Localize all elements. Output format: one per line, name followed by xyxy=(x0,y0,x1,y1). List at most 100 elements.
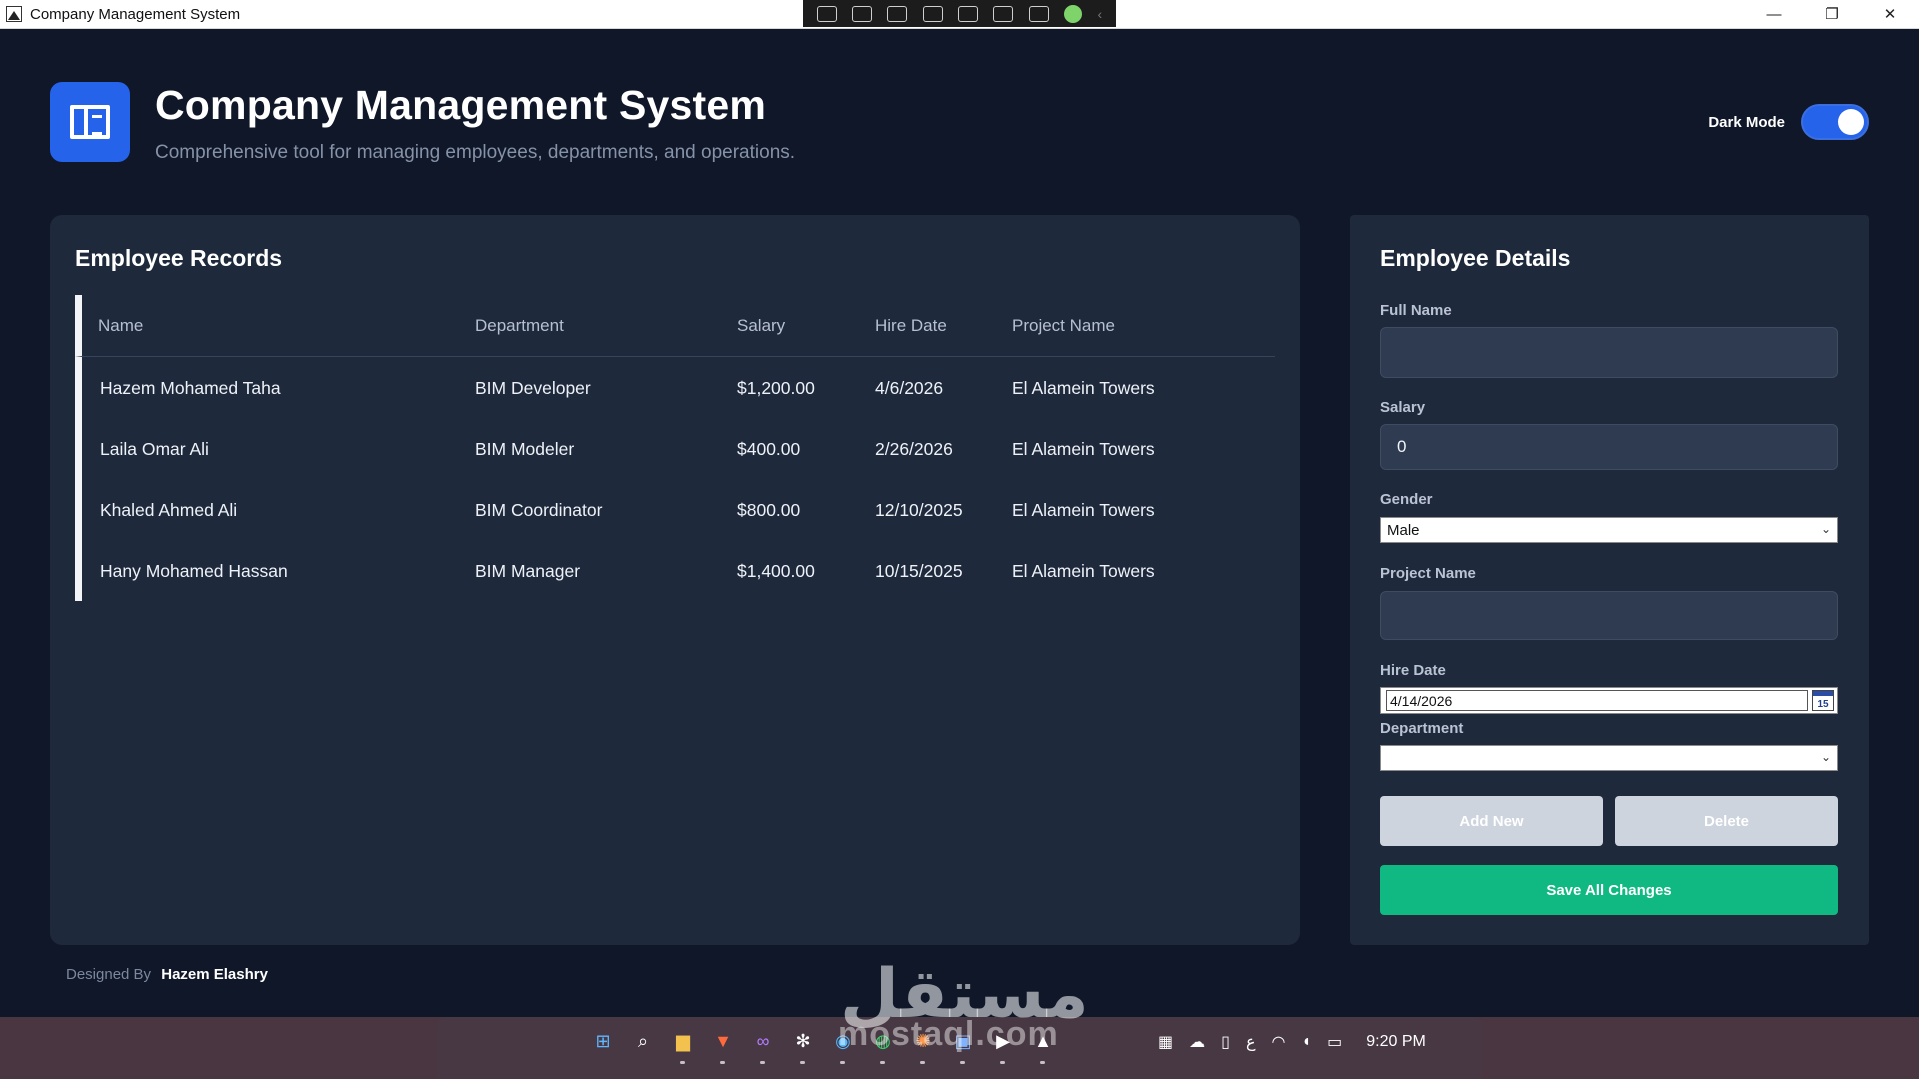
close-button[interactable]: ✕ xyxy=(1861,0,1919,28)
project-name-label: Project Name xyxy=(1380,565,1476,582)
column-header-name[interactable]: Name xyxy=(82,316,475,336)
qr-code-icon[interactable]: ▦ xyxy=(1158,1032,1173,1052)
accessibility-icon[interactable] xyxy=(1028,5,1049,22)
check-status-icon[interactable] xyxy=(1064,4,1083,23)
page-subtitle: Comprehensive tool for managing employee… xyxy=(155,142,796,163)
hire-date-picker[interactable]: 4/14/2026 15 xyxy=(1380,687,1838,714)
records-title: Employee Records xyxy=(75,245,283,271)
cell-name: Khaled Ahmed Ali xyxy=(100,500,238,520)
project-name-input[interactable] xyxy=(1380,591,1838,640)
cell-salary: $800.00 xyxy=(737,500,801,520)
brave-browser-icon[interactable]: ▼ xyxy=(710,1028,736,1064)
collapse-chevron-icon[interactable]: ‹ xyxy=(1098,6,1103,22)
cell-hire-date: 4/6/2026 xyxy=(875,378,944,398)
table-row[interactable]: Khaled Ahmed Ali BIM Coordinator $800.00… xyxy=(75,479,1275,540)
system-tray: ▦ ☁ ▯ ع ◠ ◖ ▭ 9:20 PM xyxy=(1158,1032,1442,1052)
full-name-input[interactable] xyxy=(1380,327,1838,378)
table-row[interactable]: Laila Omar Ali BIM Modeler $400.00 2/26/… xyxy=(75,418,1275,479)
designed-by-label: Designed By xyxy=(66,966,152,983)
gender-select[interactable]: Male ⌄ xyxy=(1380,517,1838,543)
table-header-row: Name Department Salary Hire Date Project… xyxy=(75,295,1275,357)
restore-button[interactable]: ❐ xyxy=(1803,0,1861,28)
department-label: Department xyxy=(1380,720,1464,737)
cell-project-name: El Alamein Towers xyxy=(1012,439,1155,459)
full-name-label: Full Name xyxy=(1380,302,1452,319)
display-layout-icon[interactable] xyxy=(922,5,943,22)
table-row[interactable]: Hazem Mohamed Taha BIM Developer $1,200.… xyxy=(75,357,1275,418)
gender-selected-value: Male xyxy=(1387,521,1420,539)
toggle-knob xyxy=(1838,109,1864,135)
windows-start-icon[interactable]: ⊞ xyxy=(590,1028,616,1054)
column-header-project-name[interactable]: Project Name xyxy=(1012,316,1272,336)
employee-records-panel: Employee Records Name Department Salary … xyxy=(50,215,1300,945)
designer-name: Hazem Elashry xyxy=(161,966,268,983)
cell-project-name: El Alamein Towers xyxy=(1012,378,1155,398)
gender-label: Gender xyxy=(1380,491,1433,508)
visual-studio-icon[interactable]: ∞ xyxy=(750,1028,776,1064)
window-title: Company Management System xyxy=(30,5,241,23)
app-logo xyxy=(50,82,130,162)
clipboard-icon[interactable]: ▯ xyxy=(1221,1032,1230,1052)
cell-salary: $400.00 xyxy=(737,439,801,459)
calendar-icon[interactable]: 15 xyxy=(1812,690,1834,711)
cloud-icon[interactable]: ☁ xyxy=(1189,1032,1205,1052)
save-all-changes-button[interactable]: Save All Changes xyxy=(1380,865,1838,915)
employee-table: Name Department Salary Hire Date Project… xyxy=(75,295,1275,601)
select-element-icon[interactable] xyxy=(887,5,908,22)
chatgpt-icon[interactable]: ✻ xyxy=(790,1028,816,1064)
minimize-button[interactable]: — xyxy=(1745,0,1803,28)
cell-department: BIM Manager xyxy=(475,561,581,581)
cell-hire-date: 10/15/2025 xyxy=(875,561,963,581)
cell-project-name: El Alamein Towers xyxy=(1012,561,1155,581)
employee-details-panel: Employee Details Full Name Salary 0 Gend… xyxy=(1350,215,1869,945)
file-explorer-icon[interactable]: ▆ xyxy=(670,1028,696,1064)
dark-mode-label: Dark Mode xyxy=(1708,113,1785,131)
volume-icon[interactable]: ◖ xyxy=(1301,1033,1311,1051)
window-controls: — ❐ ✕ xyxy=(1745,0,1919,28)
table-body: Hazem Mohamed Taha BIM Developer $1,200.… xyxy=(75,357,1275,601)
watermark-latin: mostaql.com xyxy=(838,1015,1059,1053)
dev-toolbar: ‹ xyxy=(803,0,1116,27)
cell-salary: $1,400.00 xyxy=(737,561,815,581)
cell-hire-date: 12/10/2025 xyxy=(875,500,963,520)
cell-name: Hazem Mohamed Taha xyxy=(100,378,281,398)
binding-failures-icon[interactable] xyxy=(993,5,1014,22)
footer-credit: Designed By Hazem Elashry xyxy=(66,966,268,983)
search-icon[interactable]: ⌕ xyxy=(630,1028,656,1054)
hire-date-label: Hire Date xyxy=(1380,662,1446,679)
salary-input[interactable]: 0 xyxy=(1380,424,1838,470)
window-titlebar: Company Management System ‹ — ❐ ✕ xyxy=(0,0,1919,29)
dark-mode-control: Dark Mode xyxy=(1708,104,1869,140)
add-new-button[interactable]: Add New xyxy=(1380,796,1603,846)
live-visual-tree-icon[interactable] xyxy=(816,5,837,22)
app-window-icon xyxy=(6,6,22,22)
department-select[interactable]: ⌄ xyxy=(1380,745,1838,771)
column-header-salary[interactable]: Salary xyxy=(737,316,875,336)
chevron-down-icon: ⌄ xyxy=(1820,750,1831,764)
page-title: Company Management System xyxy=(155,82,767,128)
input-language-indicator[interactable]: ع xyxy=(1246,1032,1256,1052)
track-focus-icon[interactable] xyxy=(958,5,979,22)
cell-name: Hany Mohamed Hassan xyxy=(100,561,288,581)
cell-project-name: El Alamein Towers xyxy=(1012,500,1155,520)
table-row[interactable]: Hany Mohamed Hassan BIM Manager $1,400.0… xyxy=(75,540,1275,601)
cell-salary: $1,200.00 xyxy=(737,378,815,398)
column-header-department[interactable]: Department xyxy=(475,316,737,336)
delete-button[interactable]: Delete xyxy=(1615,796,1838,846)
salary-label: Salary xyxy=(1380,399,1426,416)
cell-department: BIM Modeler xyxy=(475,439,575,459)
cell-department: BIM Coordinator xyxy=(475,500,603,520)
hire-date-input[interactable]: 4/14/2026 xyxy=(1386,690,1808,711)
battery-icon[interactable]: ▭ xyxy=(1327,1032,1342,1052)
wifi-icon[interactable]: ◠ xyxy=(1271,1032,1285,1052)
dark-mode-toggle[interactable] xyxy=(1801,104,1869,140)
taskbar-clock[interactable]: 9:20 PM xyxy=(1366,1033,1426,1051)
record-icon[interactable] xyxy=(852,5,873,22)
building-icon xyxy=(70,105,110,139)
column-header-hire-date[interactable]: Hire Date xyxy=(875,316,1012,336)
chevron-down-icon: ⌄ xyxy=(1820,522,1831,536)
cell-name: Laila Omar Ali xyxy=(100,439,209,459)
cell-hire-date: 2/26/2026 xyxy=(875,439,953,459)
details-title: Employee Details xyxy=(1380,245,1571,271)
calendar-day: 15 xyxy=(1817,699,1829,710)
